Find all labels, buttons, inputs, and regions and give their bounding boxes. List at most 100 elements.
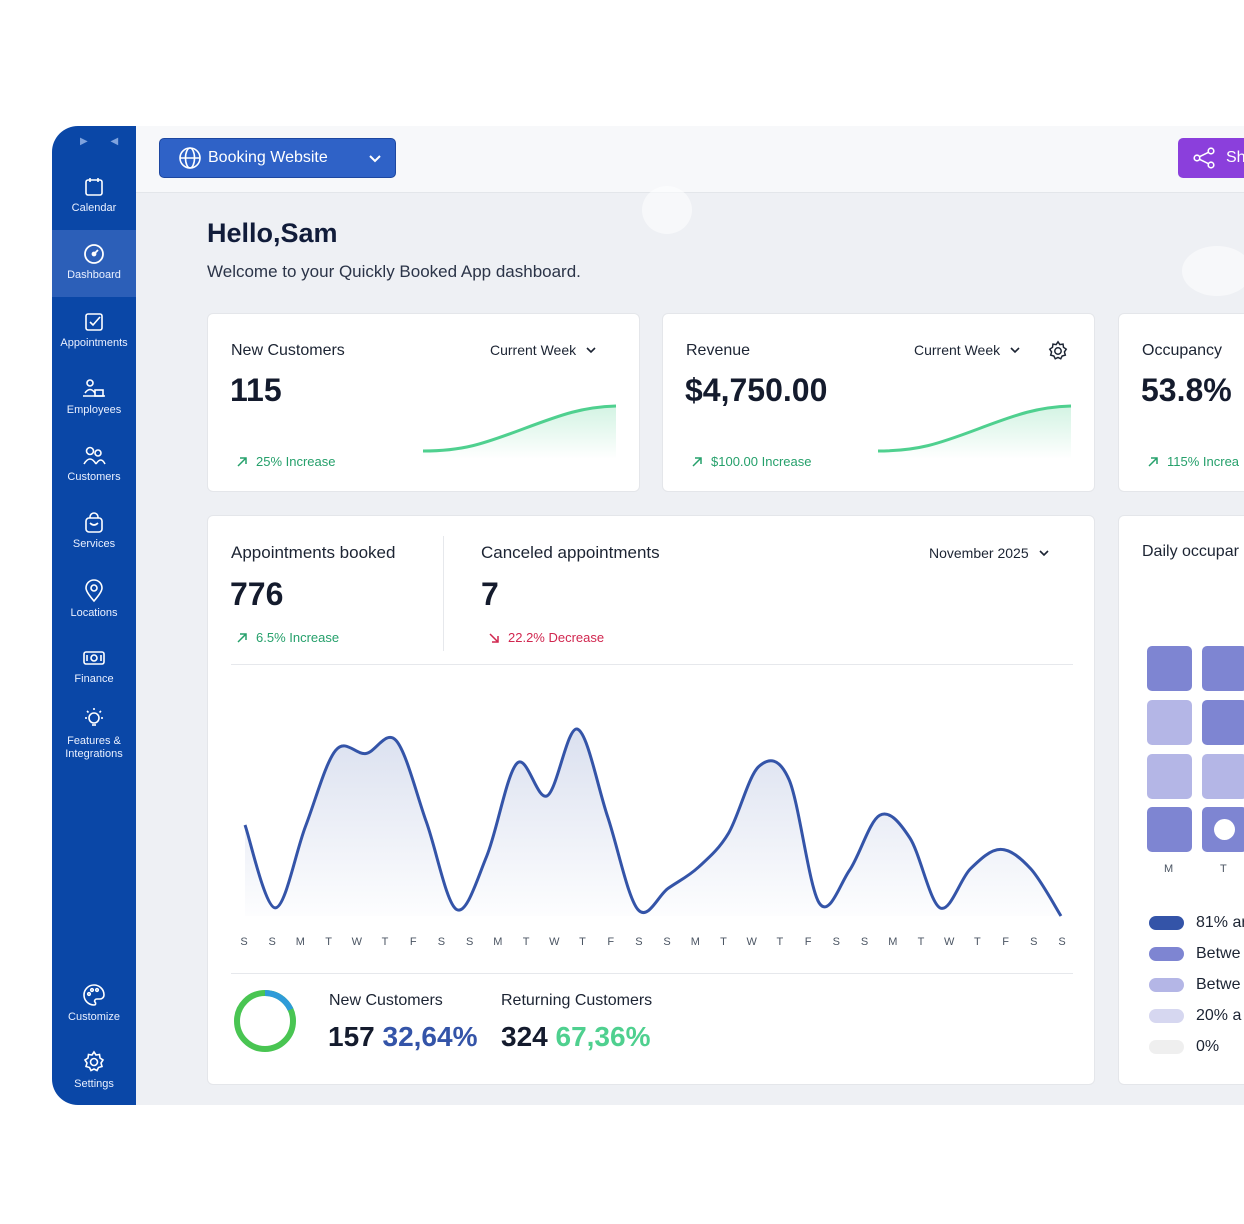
legend-label: 81% ar <box>1196 914 1244 931</box>
x-tick-label: S <box>832 936 840 948</box>
x-tick-label: T <box>579 936 586 948</box>
top-bar: Booking Website Sh <box>136 126 1244 193</box>
x-tick-label: S <box>466 936 474 948</box>
today-marker <box>1214 819 1235 840</box>
legend-swatch <box>1149 978 1184 992</box>
appointments-card: Appointments booked 776 6.5% Increase Ca… <box>207 515 1095 1085</box>
new-customers-percent: 32,64% <box>382 1021 478 1052</box>
share-icon <box>1193 147 1215 169</box>
new-customers-card: New Customers Current Week 115 25% Incre… <box>207 313 640 492</box>
booking-website-label: Booking Website <box>208 149 328 166</box>
palette-icon <box>83 984 105 1006</box>
x-tick-label: T <box>720 936 727 948</box>
dashboard-gauge-icon <box>84 244 104 264</box>
x-tick-label: W <box>351 936 362 948</box>
sidebar-item-label: Employees <box>66 404 122 416</box>
x-tick-label: S <box>663 936 671 948</box>
lightbulb-icon <box>85 708 103 726</box>
sidebar-item-label: Settings <box>74 1078 114 1090</box>
background-decoration <box>1182 246 1244 296</box>
new-customers-label: New Customers <box>329 992 443 1009</box>
x-tick-label: M <box>295 936 305 948</box>
booking-website-dropdown[interactable]: Booking Website <box>159 138 396 178</box>
delta-text: 25% Increase <box>256 454 336 469</box>
sidebar-item-employees[interactable]: Employees <box>52 378 136 444</box>
sidebar-item-label: Appointments <box>60 337 128 349</box>
legend-swatch <box>1149 1009 1184 1023</box>
period-dropdown[interactable]: Current Week <box>490 342 598 358</box>
background-decoration <box>642 186 692 234</box>
returning-customers-stat: 324 67,36% <box>501 1021 650 1053</box>
legend-item: 81% ar <box>1149 914 1244 932</box>
delta-text: $100.00 Increase <box>711 454 812 469</box>
sidebar-item-customize[interactable]: Customize <box>52 983 136 1049</box>
delta-text: 115% Increa <box>1167 454 1240 469</box>
legend-label: Betwe <box>1196 945 1241 962</box>
heatmap-cell <box>1202 646 1244 691</box>
legend-swatch <box>1149 947 1184 961</box>
share-label: Sh <box>1226 149 1244 166</box>
legend-label: Betwe <box>1196 976 1241 993</box>
sidebar-item-label: Dashboard <box>67 269 121 281</box>
share-button[interactable]: Sh <box>1178 138 1244 178</box>
heatmap-cell <box>1202 700 1244 745</box>
chart-area-fill <box>245 728 1061 916</box>
customers-icon <box>83 446 106 465</box>
revenue-card: Revenue Current Week $4,750.00 $100.00 I… <box>662 313 1095 492</box>
location-pin-icon <box>85 579 103 603</box>
sidebar-item-label: Calendar <box>71 202 117 214</box>
x-tick-label: F <box>804 936 812 948</box>
heatmap-cell <box>1147 646 1192 691</box>
sidebar-item-appointments[interactable]: Appointments <box>52 311 136 377</box>
sidebar-item-label: Services <box>72 538 116 550</box>
app-window: ▶ ◀ Calendar Dashboard Appointments Empl… <box>52 126 1244 1105</box>
heatmap-cell-today <box>1202 807 1244 852</box>
sidebar-item-settings[interactable]: Settings <box>52 1050 136 1105</box>
card-title: Revenue <box>686 342 751 359</box>
globe-icon <box>179 147 201 169</box>
x-tick-label: S <box>1058 936 1066 948</box>
calendar-icon <box>85 178 103 196</box>
daily-occupancy-card: Daily occupar M T 81% ar Betwe Betwe 20%… <box>1118 515 1244 1085</box>
sidebar-item-dashboard[interactable]: Dashboard <box>52 230 136 297</box>
sidebar-item-label: Finance <box>74 673 114 685</box>
sidebar-item-label: Features & <box>67 735 121 747</box>
sidebar-item-finance[interactable]: Finance <box>52 647 136 713</box>
x-tick-label: F <box>409 936 417 948</box>
sidebar-item-features[interactable]: Features & Integrations <box>52 707 136 787</box>
returning-customers-count: 324 <box>501 1021 548 1052</box>
x-tick-label: S <box>1030 936 1038 948</box>
occupancy-card: Occupancy 53.8% 115% Increa <box>1118 313 1244 492</box>
x-tick-label: T <box>917 936 925 948</box>
collapse-toggle-icon[interactable]: ▶ ◀ <box>80 136 128 147</box>
chevron-down-icon <box>586 347 596 354</box>
sidebar-item-services[interactable]: Services <box>52 512 136 578</box>
legend-item: Betwe <box>1149 976 1240 994</box>
arrow-up-right-icon <box>1148 456 1158 467</box>
returning-customers-label: Returning Customers <box>501 992 653 1009</box>
settings-gear-icon[interactable] <box>1047 340 1069 362</box>
x-tick-label: M <box>888 936 898 948</box>
x-tick-label: T <box>522 936 530 948</box>
sidebar-item-customers[interactable]: Customers <box>52 445 136 511</box>
delta-indicator: 25% Increase <box>236 454 336 469</box>
legend-item: Betwe <box>1149 945 1240 963</box>
metric-value: 115 <box>230 372 282 408</box>
chevron-down-icon <box>369 155 381 163</box>
x-tick-label: W <box>549 936 560 948</box>
greeting-title: Hello,Sam <box>207 218 338 248</box>
sparkline <box>423 404 617 459</box>
card-title: Daily occupar <box>1142 543 1239 560</box>
card-title: Occupancy <box>1142 342 1223 359</box>
divider <box>231 973 1073 974</box>
delta-indicator: $100.00 Increase <box>691 454 811 469</box>
x-tick-label: T <box>381 936 389 948</box>
x-tick-label: F <box>1002 936 1009 948</box>
period-dropdown[interactable]: Current Week <box>914 342 1022 358</box>
sidebar-item-locations[interactable]: Locations <box>52 579 136 645</box>
x-tick-label: W <box>746 936 757 948</box>
metric-value: $4,750.00 <box>685 372 828 408</box>
legend-item: 0% <box>1149 1038 1219 1056</box>
sidebar-item-label: Integrations <box>65 748 123 760</box>
weekday-axis: SSMTWTFSSMTWTFSSMTWTFSSMTWTFSS <box>240 936 1074 950</box>
